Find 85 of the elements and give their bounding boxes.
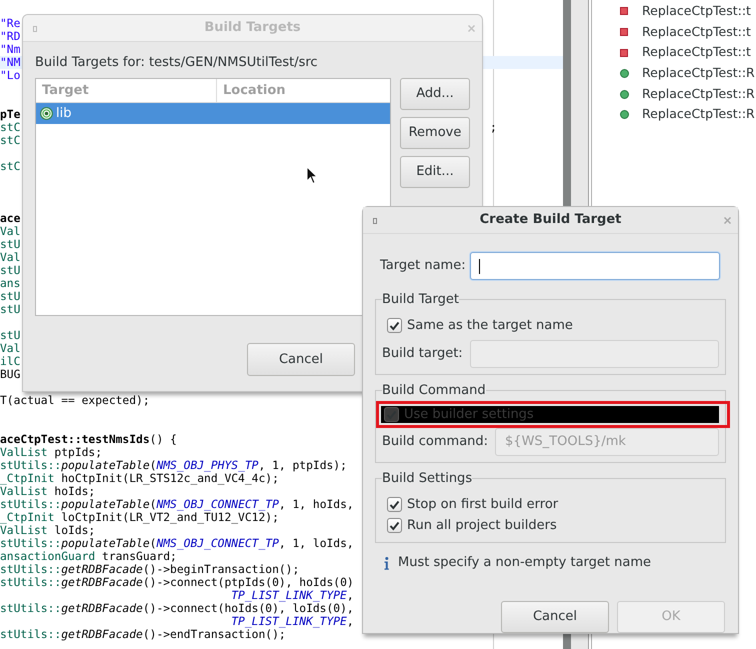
dialog-button[interactable]: Cancel (501, 601, 609, 633)
code-line: stU (0, 290, 20, 302)
field-label: Build command: (382, 433, 488, 452)
checkbox-label: Use builder settings (404, 406, 534, 424)
code-line: stUtils::populateTable(NMS_OBJ_CONNECT_TP, 1, hoIds, (0, 498, 354, 510)
code-line: _CtpInit hoCtpInit(LR_STS12c_and_VC4_4c); (0, 472, 279, 484)
code-line: BUG (0, 368, 20, 380)
code-line: stU (0, 238, 20, 250)
checkbox[interactable] (387, 318, 402, 333)
window-menu-icon[interactable] (33, 26, 37, 32)
code-line: stUtils::getRDBFacade()->endTransaction(); (0, 628, 286, 640)
field-label: Target name: (380, 257, 466, 276)
checkbox-label: Run all project builders (407, 516, 557, 535)
code-line: Val (0, 342, 20, 354)
code-line: TP_LIST_LINK_TYPE, (231, 614, 354, 628)
dialog-button[interactable]: Remove (400, 117, 470, 149)
code-line: Val (0, 224, 20, 238)
test-result[interactable]: ReplaceCtpTest::R (642, 84, 755, 104)
code-line: stUtils::getRDBFacade()->connect(hoIds(0), loIds(0), (0, 602, 354, 614)
dialog-heading: Build Targets for: tests/GEN/NMSUtilTest/src (35, 54, 319, 72)
code-line: ValList hoIds; (0, 484, 96, 498)
input-field[interactable] (470, 252, 720, 280)
group-title: Build Target (382, 292, 459, 307)
checkbox[interactable] (387, 497, 402, 512)
checkbox[interactable] (387, 518, 402, 533)
code-line: stUtils::populateTable(NMS_OBJ_CONNECT_TP, 1, loIds, (0, 536, 354, 550)
error-icon (620, 7, 628, 16)
code-line: ValList loIds; (0, 524, 96, 536)
code-line: stUtils::getRDBFacade()->beginTransaction(); (0, 562, 300, 576)
test-result[interactable]: ReplaceCtpTest::R (642, 105, 755, 124)
window-title: Build Targets (204, 19, 301, 38)
field-label: Build target: (382, 345, 463, 364)
test-result[interactable]: ReplaceCtpTest::t (642, 43, 751, 62)
cursor-icon (306, 166, 318, 185)
test-result[interactable]: ReplaceCtpTest::t (642, 22, 751, 42)
window-title: Create Build Target (480, 211, 622, 230)
code-line: stUtils::populateTable(NMS_OBJ_PHYS_TP, 1, ptpIds); (0, 458, 347, 472)
code-line: Val (0, 250, 20, 264)
close-icon[interactable] (468, 25, 475, 32)
code-line: stU (0, 328, 20, 342)
code-line: "Lo (0, 68, 20, 82)
code-line: ValList ptpIds; (0, 446, 102, 458)
group-title: Build Settings (382, 471, 472, 486)
code-line: stC (0, 120, 20, 134)
target-icon (40, 107, 53, 120)
code-line: ilC (0, 354, 20, 368)
code-line: _CtpInit loCtpInit(LR_VT2_and_TU12_VC12); (0, 510, 279, 524)
table-cell-text: lib (56, 104, 72, 123)
code-line: ansactionGuard transGuard; (0, 550, 177, 562)
dialog-button[interactable]: Edit... (400, 156, 470, 188)
code-line: "NM (0, 56, 20, 68)
code-line: stC (0, 160, 20, 172)
info-icon (384, 556, 389, 570)
success-icon (620, 110, 629, 120)
window-menu-icon[interactable] (373, 218, 377, 224)
input-field: ${WS_TOOLS}/mk (495, 428, 719, 456)
success-icon (620, 68, 629, 78)
checkbox-label: Stop on first build error (407, 496, 558, 514)
code-line: stU (0, 264, 20, 276)
test-result[interactable]: ReplaceCtpTest::R (642, 64, 755, 83)
code-line: T(actual == expected); (0, 394, 150, 406)
dialog-button[interactable]: Add... (400, 78, 470, 110)
code-line: ace (0, 212, 20, 224)
code-line: stUtils::getRDBFacade()->connect(ptpIds(0), hoIds(0) (0, 576, 354, 588)
test-result[interactable]: ReplaceCtpTest::t (642, 2, 751, 21)
close-icon[interactable] (724, 217, 731, 224)
cancel-button[interactable]: Cancel (247, 343, 355, 376)
checkbox-label: Same as the target name (407, 316, 573, 335)
error-icon (620, 48, 628, 57)
group-title: Build Command (382, 383, 486, 398)
checkbox[interactable] (384, 407, 399, 422)
code-line: "Re (0, 16, 20, 30)
code-line: aceCtpTest::testNmsIds() { (0, 432, 177, 446)
success-icon (620, 90, 629, 99)
code-line: stU (0, 302, 20, 316)
text-cursor (479, 258, 480, 274)
code-line: pTe (0, 108, 20, 120)
code-line: ; (490, 120, 497, 134)
code-line: ans (0, 276, 20, 290)
code-line: "RD (0, 30, 20, 42)
error-icon (620, 28, 628, 36)
code-line: stC (0, 134, 20, 146)
code-line: TP_LIST_LINK_TYPE, (231, 588, 354, 602)
code-line: "Nm (0, 42, 20, 56)
status-message: Must specify a non-empty target name (398, 554, 651, 572)
